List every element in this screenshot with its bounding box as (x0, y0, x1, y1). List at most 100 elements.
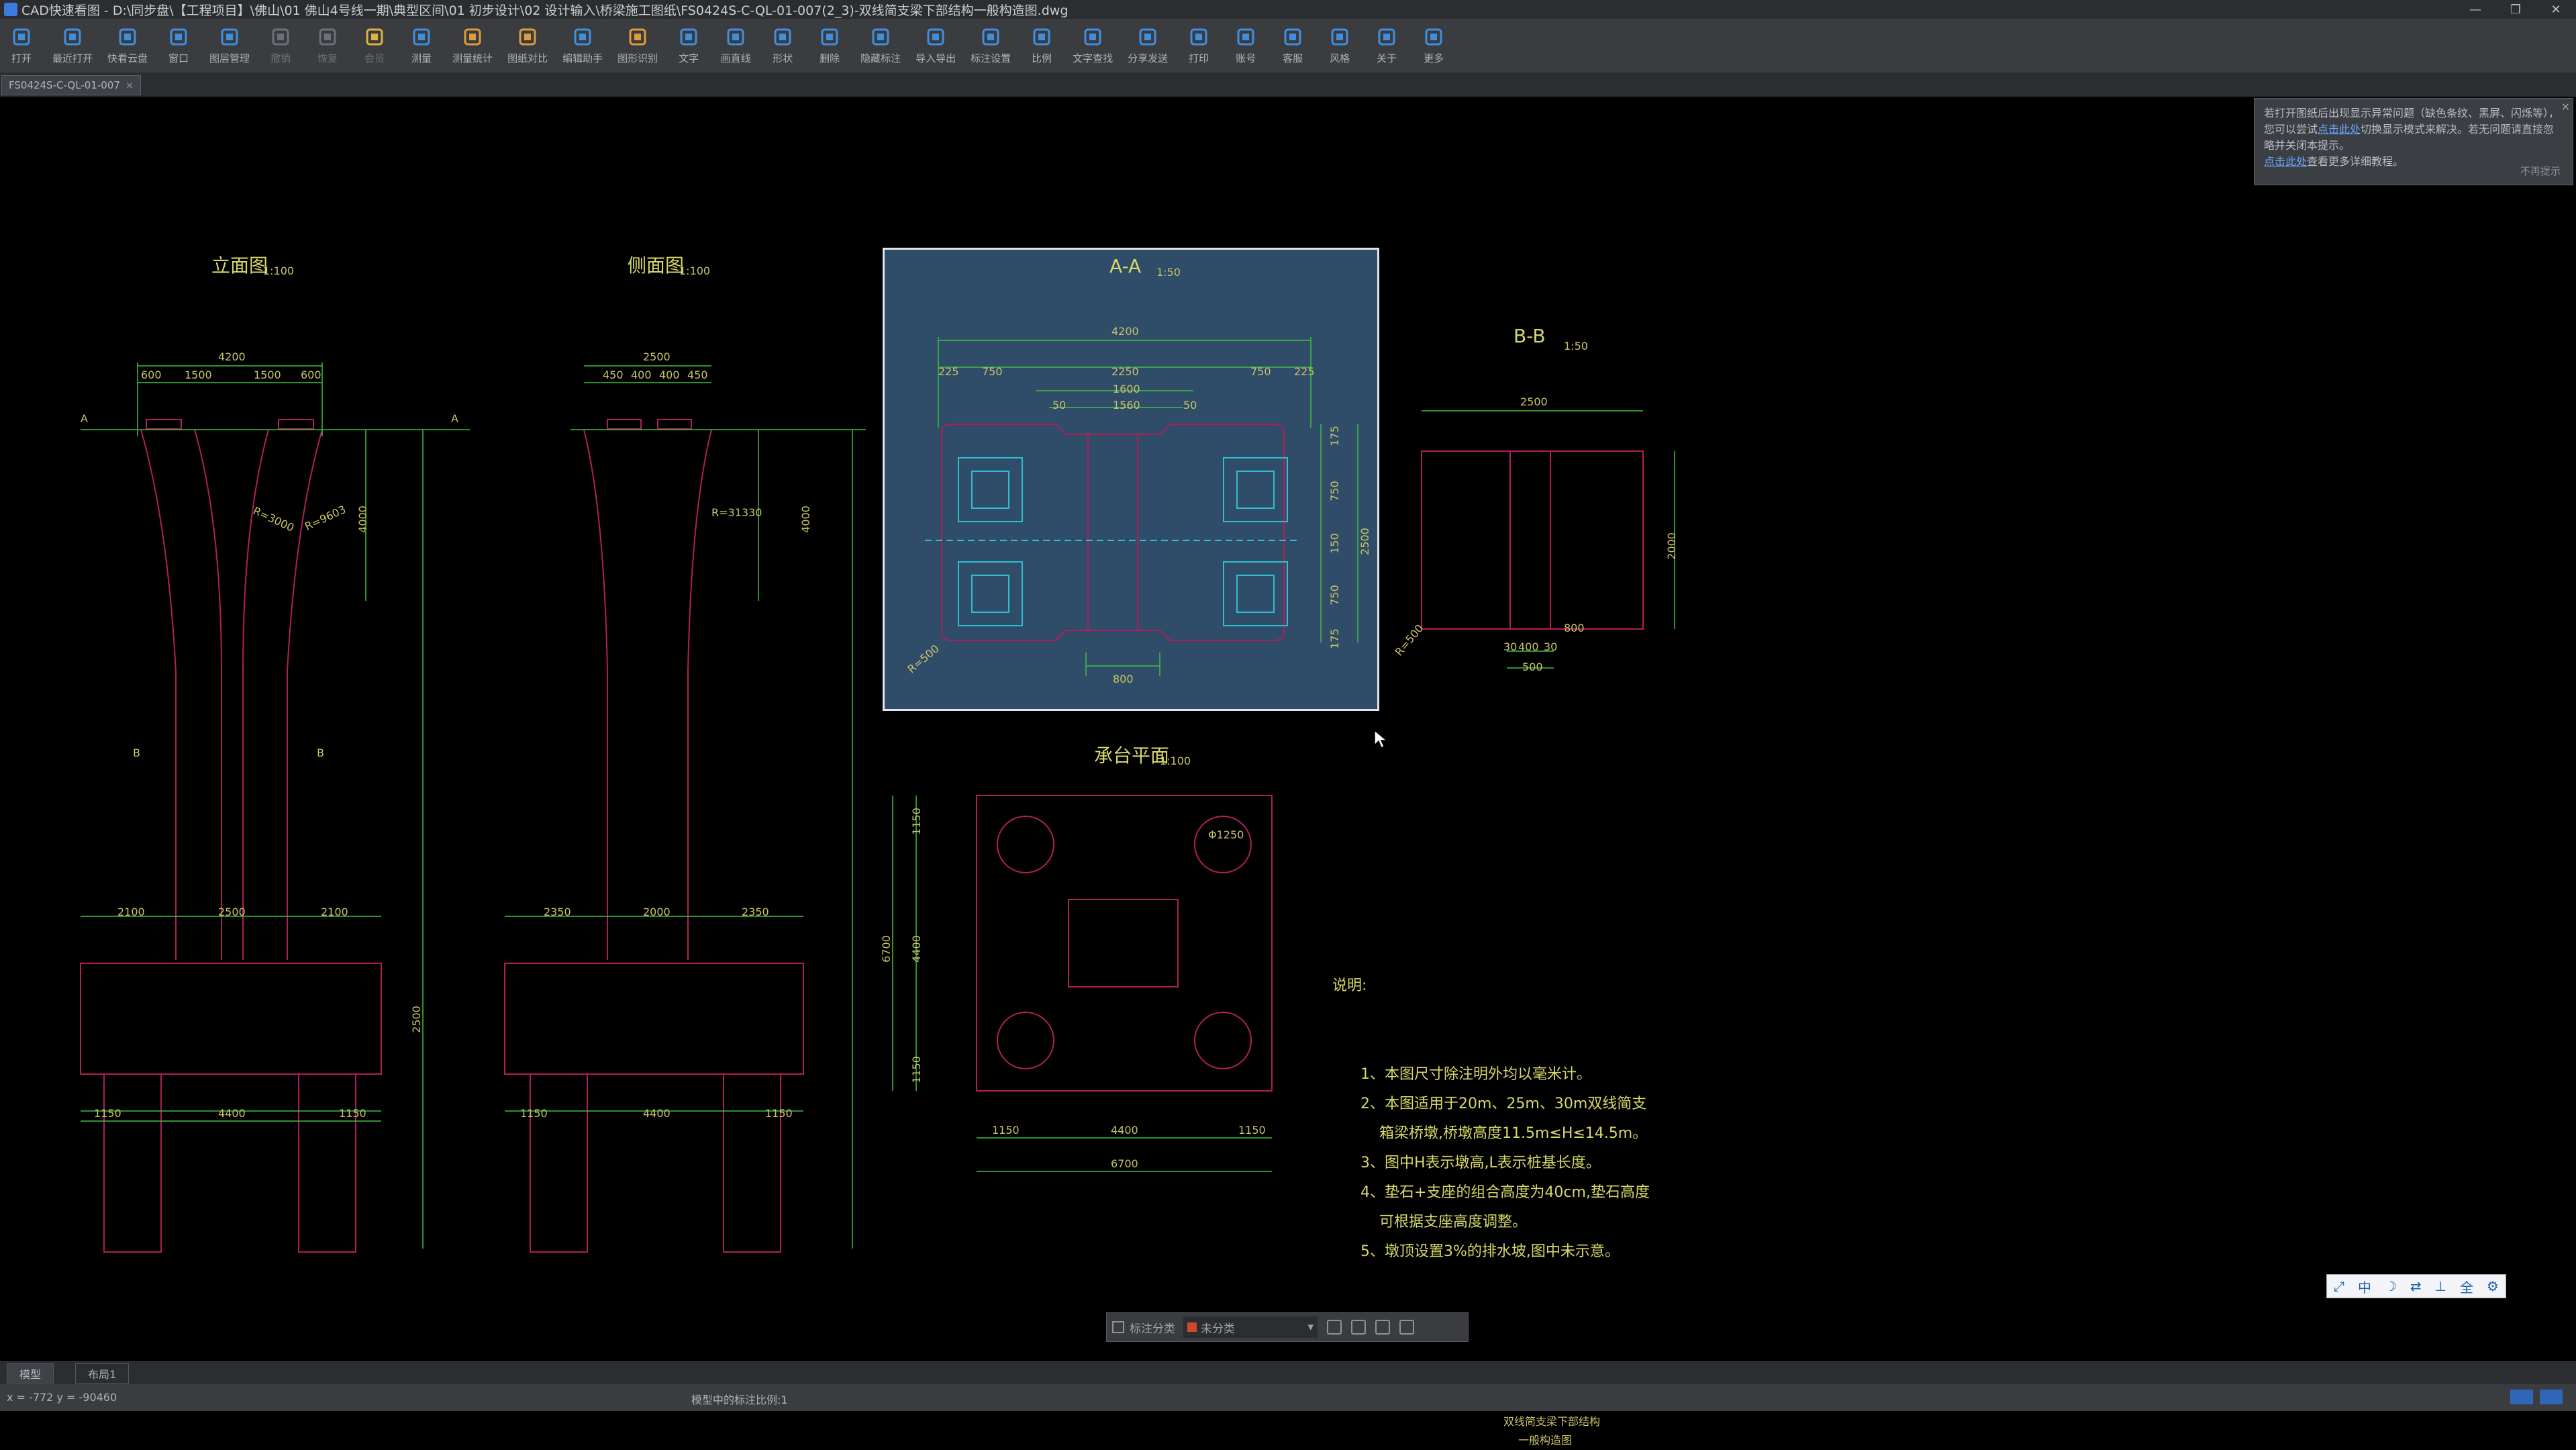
tab-model[interactable]: 模型 (7, 1363, 54, 1384)
toolbar-item-11[interactable]: 编辑助手 (562, 26, 603, 65)
view-tool-3-icon[interactable]: ⇄ (2410, 1278, 2422, 1294)
view-tool-1-icon[interactable]: 中 (2358, 1277, 2371, 1296)
note-line: 1、本图尺寸除注明外均以毫米计。 (1360, 1066, 1591, 1083)
close-window-button[interactable]: ✕ (2536, 0, 2576, 19)
toolbar-item-label: 文字查找 (1073, 52, 1113, 64)
dim-label: 400 (659, 369, 680, 381)
toolbar-item-2[interactable]: 快看云盘 (107, 26, 148, 65)
minimize-button[interactable]: — (2455, 0, 2495, 19)
dim-label: 450 (687, 369, 708, 381)
notice-link-tutorial[interactable]: 点击此处 (2264, 155, 2307, 168)
display-notice-popup: × 若打开图纸后出现显示异常问题（缺色条纹、黑屏、闪烁等），您可以尝试点击此处切… (2254, 98, 2573, 185)
dim-label: 6700 (1111, 1157, 1138, 1170)
dim-label: 400 (1518, 640, 1539, 653)
window-title: CAD快速看图 - D:\同步盘\【工程项目】\佛山\01 佛山4号线一期\典型… (21, 3, 1069, 18)
hide-mark-icon (872, 28, 889, 46)
toolbar-item-7[interactable]: 会员 (358, 26, 391, 65)
style-icon (1331, 28, 1348, 46)
tab-layout1[interactable]: 布局1 (75, 1363, 130, 1384)
close-tab-icon[interactable]: × (126, 79, 134, 91)
dim-label: 600 (141, 369, 162, 381)
toolbar-item-23[interactable]: 打印 (1183, 26, 1215, 65)
toolbar-item-label: 更多 (1424, 52, 1444, 64)
toolbar-item-16[interactable]: 删除 (813, 26, 846, 65)
dim-label: 600 (301, 369, 321, 381)
toolbar-item-9[interactable]: 测量统计 (452, 26, 493, 65)
shape-icon (774, 28, 791, 46)
view-tool-0-icon[interactable]: ⤢ (2334, 1278, 2344, 1294)
note-line: 5、墩顶设置3%的排水坡,图中未示意。 (1360, 1243, 1620, 1260)
dim-label: 30 (1503, 640, 1518, 653)
toolbar-item-label: 画直线 (720, 52, 751, 64)
toolbar-item-4[interactable]: 图层管理 (209, 26, 250, 65)
chevron-down-icon: ▾ (1307, 1320, 1314, 1334)
paste-annotation-icon[interactable] (1399, 1320, 1414, 1335)
section-aa-scale: 1:50 (1156, 266, 1181, 279)
dim-label: 1500 (185, 369, 212, 381)
toolbar-item-label: 分享发送 (1128, 52, 1169, 64)
toolbar-item-15[interactable]: 形状 (766, 26, 799, 65)
notice-link-switch-mode[interactable]: 点击此处 (2318, 123, 2361, 136)
annotation-category-select[interactable]: 未分类 ▾ (1183, 1316, 1318, 1338)
toolbar-item-28[interactable]: 更多 (1418, 26, 1450, 65)
side-view-title: 侧面图 (628, 254, 685, 277)
view-mini-toolbar: ⤢ 中 ☽ ⇄ ⊥ 全 ⚙ (2326, 1274, 2506, 1298)
dim-label: 4400 (218, 1107, 246, 1120)
dim-label: 4400 (1111, 1124, 1138, 1137)
toolbar-item-26[interactable]: 风格 (1324, 26, 1356, 65)
toolbar-item-3[interactable]: 窗口 (162, 26, 195, 65)
section-bb-scale: 1:50 (1564, 340, 1588, 352)
move-annotation-icon[interactable] (1351, 1320, 1366, 1335)
dim-label: 750 (1328, 481, 1341, 501)
dim-label: 150 (1328, 533, 1341, 554)
notes-title: 说明: (1332, 977, 1367, 994)
view-tool-5-icon[interactable]: 全 (2460, 1277, 2473, 1296)
edit-annotation-icon[interactable] (1327, 1320, 1342, 1335)
history-icon (64, 28, 81, 46)
copy-annotation-icon[interactable] (1375, 1320, 1390, 1335)
toolbar-item-21[interactable]: 文字查找 (1073, 26, 1113, 65)
compare-icon (519, 28, 536, 46)
toolbar-item-0[interactable]: 打开 (5, 26, 38, 65)
toolbar-item-12[interactable]: 图形识别 (617, 26, 658, 65)
open-folder-icon (13, 28, 30, 46)
toolbar-item-18[interactable]: 导入导出 (915, 26, 956, 65)
toolbar-item-27[interactable]: 关于 (1371, 26, 1403, 65)
toolbar-item-label: 测量统计 (452, 52, 493, 64)
view-tool-4-icon[interactable]: ⊥ (2435, 1278, 2446, 1294)
toolbar-item-6[interactable]: 恢复 (311, 26, 344, 65)
toolbar-item-1[interactable]: 最近打开 (52, 26, 93, 65)
text-icon (680, 28, 697, 46)
toolbar-item-20[interactable]: 比例 (1026, 26, 1058, 65)
status-toggle-icon[interactable] (2510, 1390, 2533, 1404)
dim-label: 2000 (1665, 532, 1678, 560)
toolbar-item-24[interactable]: 账号 (1230, 26, 1262, 65)
toolbar-item-14[interactable]: 画直线 (720, 26, 752, 65)
toolbar-item-25[interactable]: 客服 (1277, 26, 1309, 65)
toolbar-item-10[interactable]: 图纸对比 (507, 26, 548, 65)
mark-settings-icon (982, 28, 999, 46)
close-notice-icon[interactable]: × (2561, 99, 2570, 115)
toolbar-item-13[interactable]: 文字 (673, 26, 705, 65)
toolbar-item-label: 图形识别 (617, 52, 658, 64)
toolbar-item-5[interactable]: 撤销 (264, 26, 297, 65)
window-icon (170, 28, 187, 46)
toolbar-item-8[interactable]: 测量 (405, 26, 438, 65)
toolbar-item-19[interactable]: 标注设置 (971, 26, 1011, 65)
toolbar-item-22[interactable]: 分享发送 (1128, 26, 1168, 65)
maximize-button[interactable]: ❐ (2495, 0, 2536, 19)
view-tool-6-icon[interactable]: ⚙ (2487, 1278, 2499, 1294)
view-tool-2-icon[interactable]: ☽ (2385, 1278, 2397, 1294)
dim-label: 750 (982, 365, 1003, 378)
edit-helper-icon (574, 28, 591, 46)
dim-label: Φ1250 (1208, 828, 1244, 841)
toolbar-item-17[interactable]: 隐藏标注 (860, 26, 901, 65)
annotation-category[interactable]: 标注分类 (1112, 1319, 1175, 1336)
dont-show-again-link[interactable]: 不再提示 (2520, 163, 2561, 179)
status-settings-icon[interactable] (2540, 1390, 2563, 1404)
section-aa-highlight[interactable]: A-A 1:50 4200 225 750 2250 750 225 1600 … (883, 248, 1379, 711)
category-color-swatch (1187, 1322, 1197, 1332)
section-mark-a: A (81, 412, 88, 425)
about-icon (1378, 28, 1395, 46)
document-tab[interactable]: FS0424S-C-QL-01-007 × (1, 75, 142, 95)
